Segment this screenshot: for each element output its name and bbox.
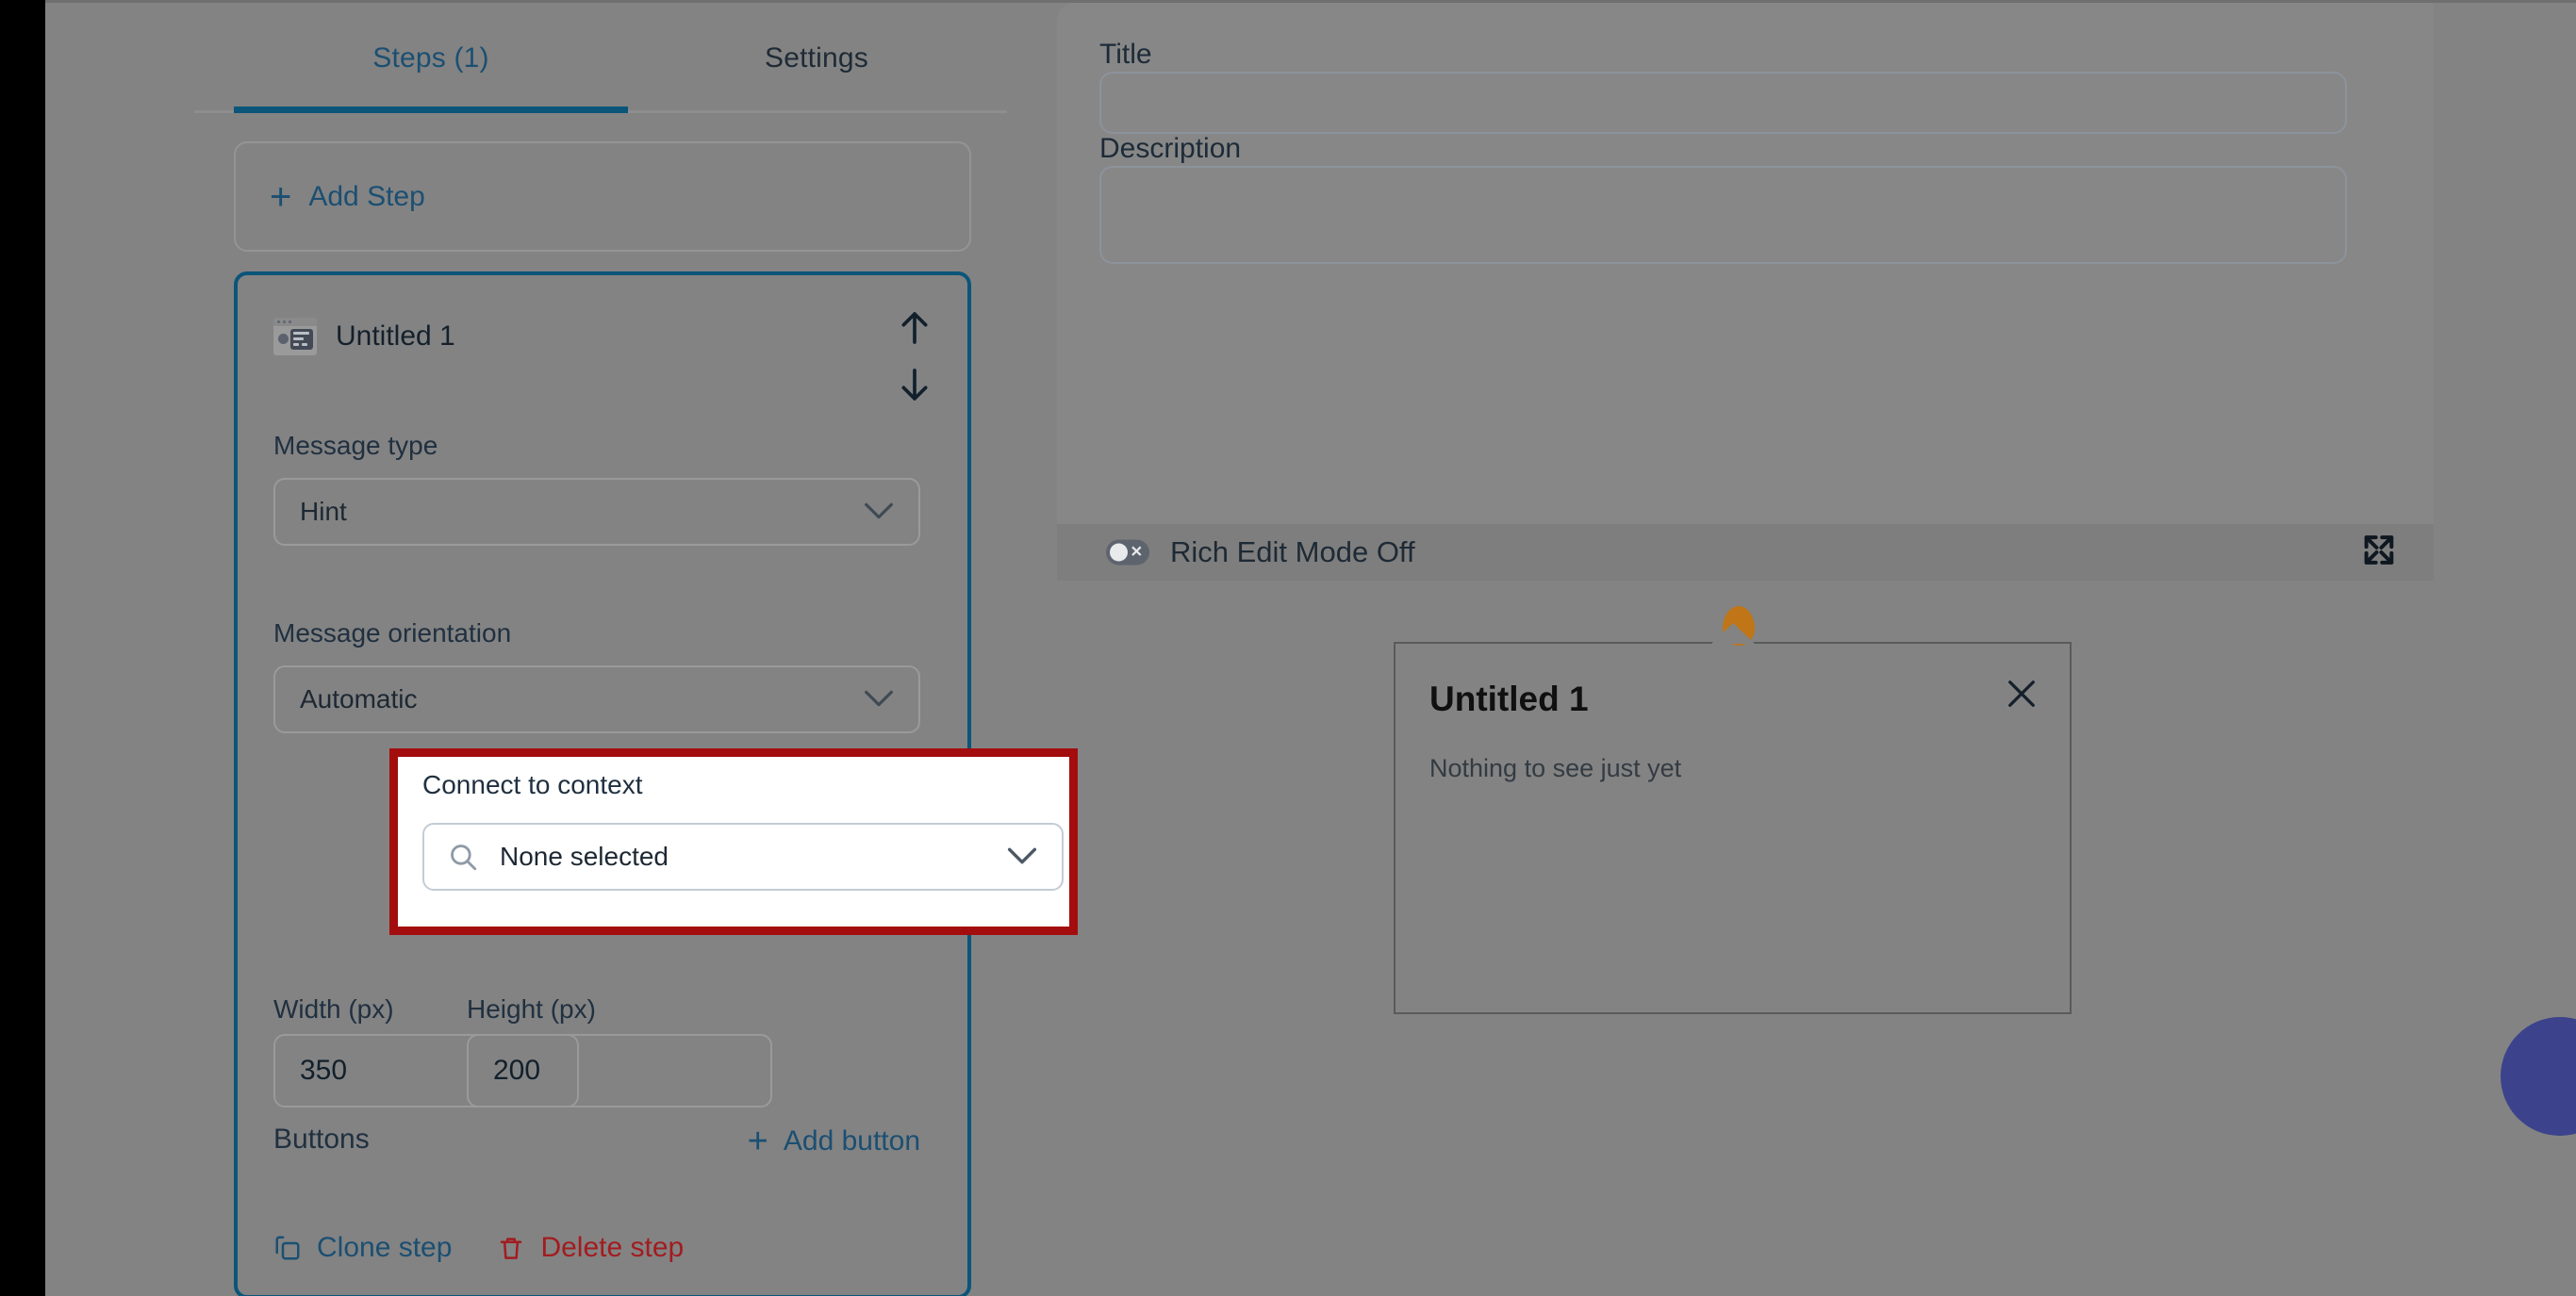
toggle-knob — [1110, 543, 1128, 562]
add-step-label: Add Step — [308, 180, 425, 212]
content-panel: Title Description ✕ Rich Edit Mode Off U… — [1057, 3, 2434, 1296]
step-name: Untitled 1 — [336, 320, 455, 352]
width-value: 350 — [300, 1055, 348, 1086]
message-type-select[interactable]: Hint — [273, 478, 920, 546]
connect-to-context-value: None selected — [500, 842, 669, 871]
popup-title: Untitled 1 — [1429, 680, 1589, 718]
description-label: Description — [1099, 133, 1242, 164]
arrow-up-icon[interactable] — [896, 303, 933, 353]
tab-steps[interactable]: Steps (1) — [234, 3, 628, 113]
rich-edit-toolbar: ✕ Rich Edit Mode Off — [1057, 524, 2434, 581]
panel-tabs: Steps (1) Settings — [194, 3, 1007, 113]
chevron-down-icon — [864, 684, 894, 714]
title-input[interactable] — [1099, 72, 2347, 134]
popup-body-text: Nothing to see just yet — [1429, 754, 1682, 782]
steps-panel: Steps (1) Settings + Add Step Untitled 1… — [194, 3, 1078, 1296]
hint-preview-popup: Untitled 1 Nothing to see just yet — [1394, 623, 2072, 1014]
message-orientation-value: Automatic — [300, 684, 418, 714]
search-icon — [451, 845, 477, 871]
preview-area: Untitled 1 Nothing to see just yet — [1057, 581, 2434, 1296]
message-orientation-select[interactable]: Automatic — [273, 665, 920, 733]
expand-fullscreen-icon[interactable] — [2360, 532, 2398, 574]
connect-to-context-highlight: Connect to context None selected — [389, 748, 1078, 935]
arrow-down-icon[interactable] — [896, 360, 933, 409]
rich-edit-toggle[interactable]: ✕ — [1106, 539, 1149, 566]
message-orientation-label: Message orientation — [273, 618, 512, 648]
chevron-down-icon — [864, 497, 894, 527]
message-type-label: Message type — [273, 431, 438, 460]
add-step-button[interactable]: + Add Step — [234, 141, 971, 252]
chevron-down-icon — [1007, 842, 1037, 872]
clone-step-label: Clone step — [317, 1232, 453, 1263]
trash-icon — [501, 1238, 522, 1259]
add-button-button[interactable]: + Add button — [748, 1124, 920, 1159]
delete-step-label: Delete step — [540, 1232, 685, 1263]
delete-step-button[interactable]: Delete step — [497, 1232, 684, 1264]
screen: Steps (1) Settings + Add Step Untitled 1… — [0, 0, 2576, 1296]
add-button-label: Add button — [783, 1125, 920, 1157]
step-header: Untitled 1 — [273, 318, 455, 355]
help-fab-button[interactable] — [2501, 1017, 2576, 1136]
tab-settings-label: Settings — [765, 41, 868, 74]
tab-steps-label: Steps (1) — [372, 41, 489, 74]
description-input[interactable] — [1099, 166, 2347, 264]
plus-icon: + — [747, 1122, 768, 1161]
width-label: Width (px) — [273, 994, 394, 1024]
app-viewport: Steps (1) Settings + Add Step Untitled 1… — [45, 0, 2576, 1296]
height-label: Height (px) — [467, 994, 596, 1024]
buttons-label: Buttons — [273, 1124, 370, 1155]
hint-window-icon — [273, 318, 317, 355]
close-icon[interactable] — [2002, 674, 2041, 718]
popup-pointer-arrow — [1710, 623, 1755, 644]
tab-settings[interactable]: Settings — [628, 3, 1005, 113]
step-reorder-controls — [896, 303, 933, 409]
height-input[interactable]: 200 — [467, 1034, 772, 1107]
step-actions: Clone step Delete step — [273, 1232, 684, 1264]
message-type-value: Hint — [300, 497, 347, 526]
close-x-icon: ✕ — [1130, 544, 1143, 560]
connect-to-context-select[interactable]: None selected — [422, 823, 1064, 891]
connect-to-context-label: Connect to context — [422, 770, 643, 799]
title-label: Title — [1099, 39, 1152, 70]
clone-step-button[interactable]: Clone step — [273, 1232, 452, 1264]
plus-icon: + — [270, 175, 292, 218]
clone-icon — [275, 1236, 300, 1260]
active-tab-indicator — [234, 107, 628, 113]
rich-edit-label: Rich Edit Mode Off — [1170, 535, 1415, 568]
height-value: 200 — [493, 1055, 541, 1086]
